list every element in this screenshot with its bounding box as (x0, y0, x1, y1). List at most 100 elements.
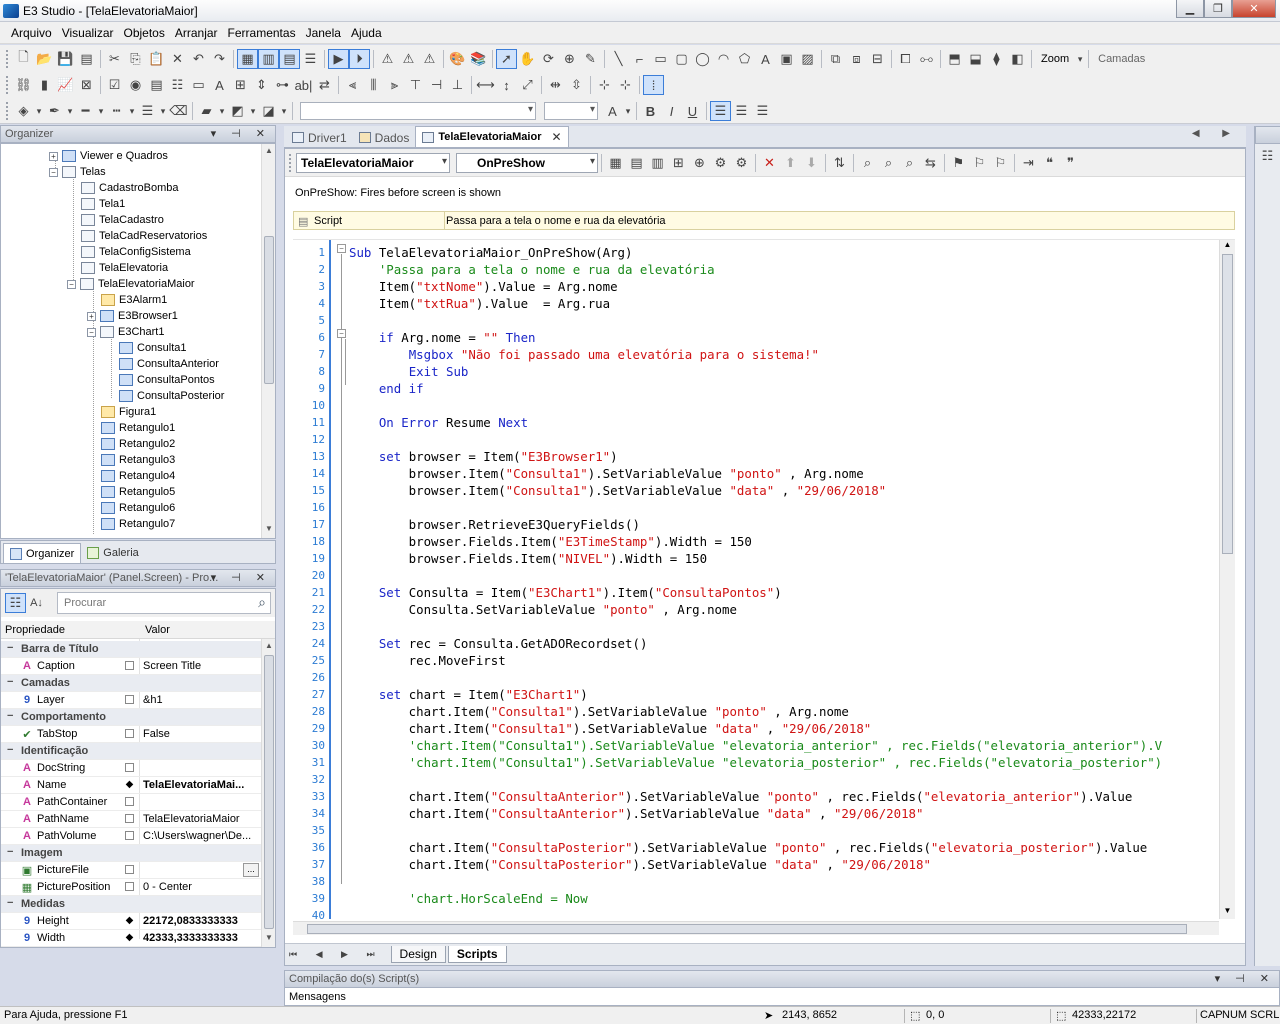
tab-driver1[interactable]: Driver1 (286, 128, 353, 147)
collapse-icon[interactable]: − (7, 846, 13, 858)
align-center-icon[interactable]: ⫼ (363, 75, 384, 95)
menu-ferramentas[interactable]: Ferramentas (223, 26, 301, 40)
collapse-icon[interactable]: − (7, 642, 13, 654)
effect-icon[interactable]: ◩ (227, 101, 248, 121)
group-icon[interactable]: ⧉ (825, 49, 846, 69)
button-icon[interactable]: ▭ (188, 75, 209, 95)
font-size-combo[interactable] (544, 102, 598, 120)
text-icon[interactable]: A (755, 49, 776, 69)
tree-item-retangulo2[interactable]: Retangulo2 (101, 436, 175, 452)
code-line[interactable]: Consulta.SetVariableValue "ponto" , Arg.… (349, 601, 737, 618)
code-line[interactable]: chart.Item("ConsultaPosterior").SetVaria… (349, 856, 931, 873)
collapse-icon[interactable]: − (7, 897, 13, 909)
menu-janela[interactable]: Janela (301, 26, 346, 40)
chevron-down-icon[interactable]: ▾ (217, 101, 227, 121)
uncomment-icon[interactable]: ❞ (1060, 153, 1081, 173)
scroll-down-icon[interactable]: ▼ (262, 522, 275, 536)
tree-item-viewer-e-quadros[interactable]: + Viewer e Quadros (49, 148, 168, 164)
restore-icon[interactable]: ❐ (1204, 0, 1232, 18)
tab-nav-arrows[interactable]: ◀ ▶ (1192, 128, 1240, 139)
layer-down-icon[interactable]: ⬓ (965, 49, 986, 69)
chevron-down-icon[interactable]: ▾ (127, 101, 137, 121)
view-properties-icon[interactable]: ▥ (258, 49, 279, 69)
chevron-down-icon[interactable]: ▾ (65, 101, 75, 121)
layers-dropdown[interactable]: Camadas (1092, 53, 1151, 65)
menu-arranjar[interactable]: Arranjar (170, 26, 223, 40)
hand-icon[interactable]: ✋ (517, 49, 538, 69)
ellipse-icon[interactable]: ◯ (692, 49, 713, 69)
menu-objetos[interactable]: Objetos (119, 26, 170, 40)
browser-icon[interactable]: ⊠ (76, 75, 97, 95)
space-v-icon[interactable]: ⇳ (566, 75, 587, 95)
add-script-icon[interactable]: ▤ (626, 153, 647, 173)
chevron-down-icon[interactable]: ▾ (279, 101, 289, 121)
code-line[interactable]: On Error Resume Next (349, 414, 528, 431)
code-hscrollbar[interactable] (293, 921, 1219, 935)
combo-icon[interactable]: ▤ (146, 75, 167, 95)
code-line[interactable]: Item("txtRua").Value = Arg.rua (349, 295, 610, 312)
align-left-icon[interactable]: ⫷ (342, 75, 363, 95)
menu-visualizar[interactable]: Visualizar (57, 26, 119, 40)
property-row[interactable]: A PathVolume C:\Users\wagner\De... (1, 828, 261, 845)
insert-icon[interactable]: ⊞ (668, 153, 689, 173)
rounded-rect-icon[interactable]: ▢ (671, 49, 692, 69)
script-selector[interactable]: ▤ Script Passa para a tela o nome e rua … (293, 211, 1235, 230)
move-down-icon[interactable]: ⬇ (801, 153, 822, 173)
code-line[interactable]: 'chart.Item("Consulta1").SetVariableValu… (349, 754, 1162, 771)
object-combo[interactable]: TelaElevatoriaMaior (296, 152, 450, 173)
view-list-icon[interactable]: ☰ (300, 49, 321, 69)
code-line[interactable]: if Arg.nome = "" Then (349, 329, 536, 346)
property-value[interactable]: C:\Users\wagner\De... (143, 830, 251, 842)
code-line[interactable]: end if (349, 380, 424, 397)
tree-item-telaelevatoria[interactable]: TelaElevatoria (81, 260, 168, 276)
debug-icon[interactable]: ⏵ (349, 49, 370, 69)
bookmark-icon[interactable]: ⚑ (948, 153, 969, 173)
property-row[interactable]: 9 Width ◆ 42333,3333333333 (1, 930, 261, 947)
picker-icon[interactable]: ⊕ (689, 153, 710, 173)
chevron-down-icon[interactable]: ▾ (158, 101, 168, 121)
pointer-icon[interactable]: ➚ (496, 49, 517, 69)
code-line[interactable]: browser.Fields.Item("NIVEL").Width = 150 (349, 550, 707, 567)
paste-icon[interactable]: 📋 (146, 49, 167, 69)
find-next-icon[interactable]: ⌕ (878, 153, 899, 173)
scroll-down-icon[interactable]: ▼ (1220, 906, 1235, 915)
collapse-icon[interactable]: − (7, 710, 13, 722)
sort-az-icon[interactable]: A↓ (26, 593, 47, 613)
code-line[interactable]: set browser = Item("E3Browser1") (349, 448, 618, 465)
fill-color-icon[interactable]: ◈ (13, 101, 34, 121)
code-line[interactable]: chart.Item("Consulta1").SetVariableValue… (349, 703, 849, 720)
tree-item-retangulo4[interactable]: Retangulo4 (101, 468, 175, 484)
code-line[interactable]: 'Passa para a tela o nome e rua da eleva… (349, 261, 715, 278)
property-row[interactable]: A Caption Screen Title (1, 658, 261, 675)
code-line[interactable]: Msgbox "Não foi passado uma elevatória p… (349, 346, 819, 363)
property-value[interactable]: TelaElevatoriaMai... (143, 779, 244, 791)
tree-item-telas[interactable]: − Telas (49, 164, 106, 180)
tree-item-telaconfigsistema[interactable]: TelaConfigSistema (81, 244, 191, 260)
menu-arquivo[interactable]: Arquivo (6, 26, 57, 40)
sort-icon[interactable]: ⇅ (829, 153, 850, 173)
rotate-icon[interactable]: ⟳ (538, 49, 559, 69)
collapse-icon[interactable]: − (7, 676, 13, 688)
search-input[interactable]: Procurar ⌕ (57, 592, 271, 614)
rectangle-icon[interactable]: ▭ (650, 49, 671, 69)
tree-item-telacadastro[interactable]: TelaCadastro (81, 212, 164, 228)
align-middle-icon[interactable]: ⊣ (426, 75, 447, 95)
warning-icon[interactable]: ⚠ (377, 49, 398, 69)
tree-item-cadastrobomba[interactable]: CadastroBomba (81, 180, 179, 196)
font-name-combo[interactable] (300, 102, 536, 120)
front-icon[interactable]: ⧠ (895, 49, 916, 69)
property-row[interactable]: ▣ PictureFile... (1, 862, 261, 879)
browse-button[interactable]: ... (243, 863, 259, 877)
tree-item-retangulo3[interactable]: Retangulo3 (101, 452, 175, 468)
replace-icon[interactable]: ⇆ (920, 153, 941, 173)
text-align-left-icon[interactable]: ☰ (710, 101, 731, 121)
tab-nav-arrows[interactable]: ⏮ ◀ ▶ ⏭ (289, 949, 383, 960)
collapse-icon[interactable]: − (337, 244, 346, 253)
event-combo[interactable]: OnPreShow (456, 152, 598, 173)
chart-icon[interactable]: 📈 (55, 75, 76, 95)
pick-icon[interactable]: ▦ (605, 153, 626, 173)
textbox-icon[interactable]: ab| (293, 75, 314, 95)
compile-icon[interactable]: ⚙ (710, 153, 731, 173)
chevron-down-icon[interactable]: ▾ (1075, 49, 1085, 69)
scroll-thumb[interactable] (307, 924, 1187, 934)
